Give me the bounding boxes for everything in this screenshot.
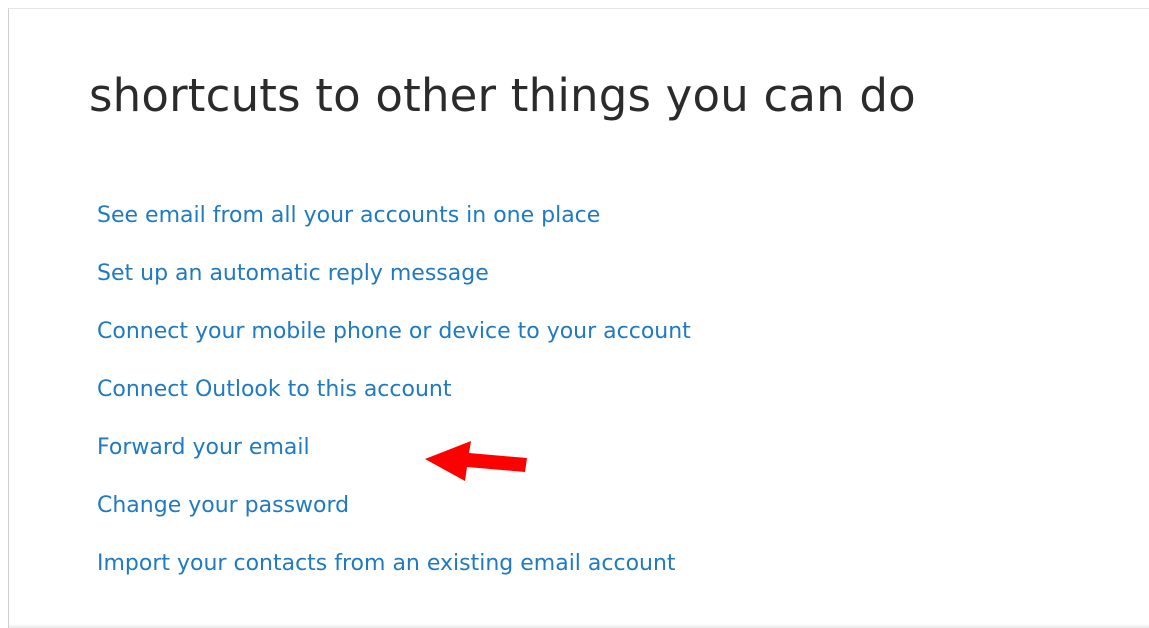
connect-outlook-link[interactable]: Connect Outlook to this account (97, 371, 451, 409)
list-item: See email from all your accounts in one … (97, 197, 691, 255)
connect-mobile-link[interactable]: Connect your mobile phone or device to y… (97, 313, 691, 351)
page-title: shortcuts to other things you can do (89, 69, 916, 122)
red-arrow-pointer-icon (425, 441, 527, 481)
list-item: Change your password (97, 487, 691, 545)
shortcuts-panel: shortcuts to other things you can do See… (8, 8, 1149, 628)
list-item: Import your contacts from an existing em… (97, 545, 691, 603)
see-all-email-link[interactable]: See email from all your accounts in one … (97, 197, 600, 235)
shortcuts-list: See email from all your accounts in one … (97, 197, 691, 603)
list-item: Connect your mobile phone or device to y… (97, 313, 691, 371)
forward-email-link[interactable]: Forward your email (97, 429, 310, 467)
automatic-reply-link[interactable]: Set up an automatic reply message (97, 255, 489, 293)
list-item: Set up an automatic reply message (97, 255, 691, 313)
bottom-divider (9, 624, 1149, 628)
change-password-link[interactable]: Change your password (97, 487, 349, 525)
import-contacts-link[interactable]: Import your contacts from an existing em… (97, 545, 676, 583)
list-item: Connect Outlook to this account (97, 371, 691, 429)
list-item: Forward your email (97, 429, 691, 487)
